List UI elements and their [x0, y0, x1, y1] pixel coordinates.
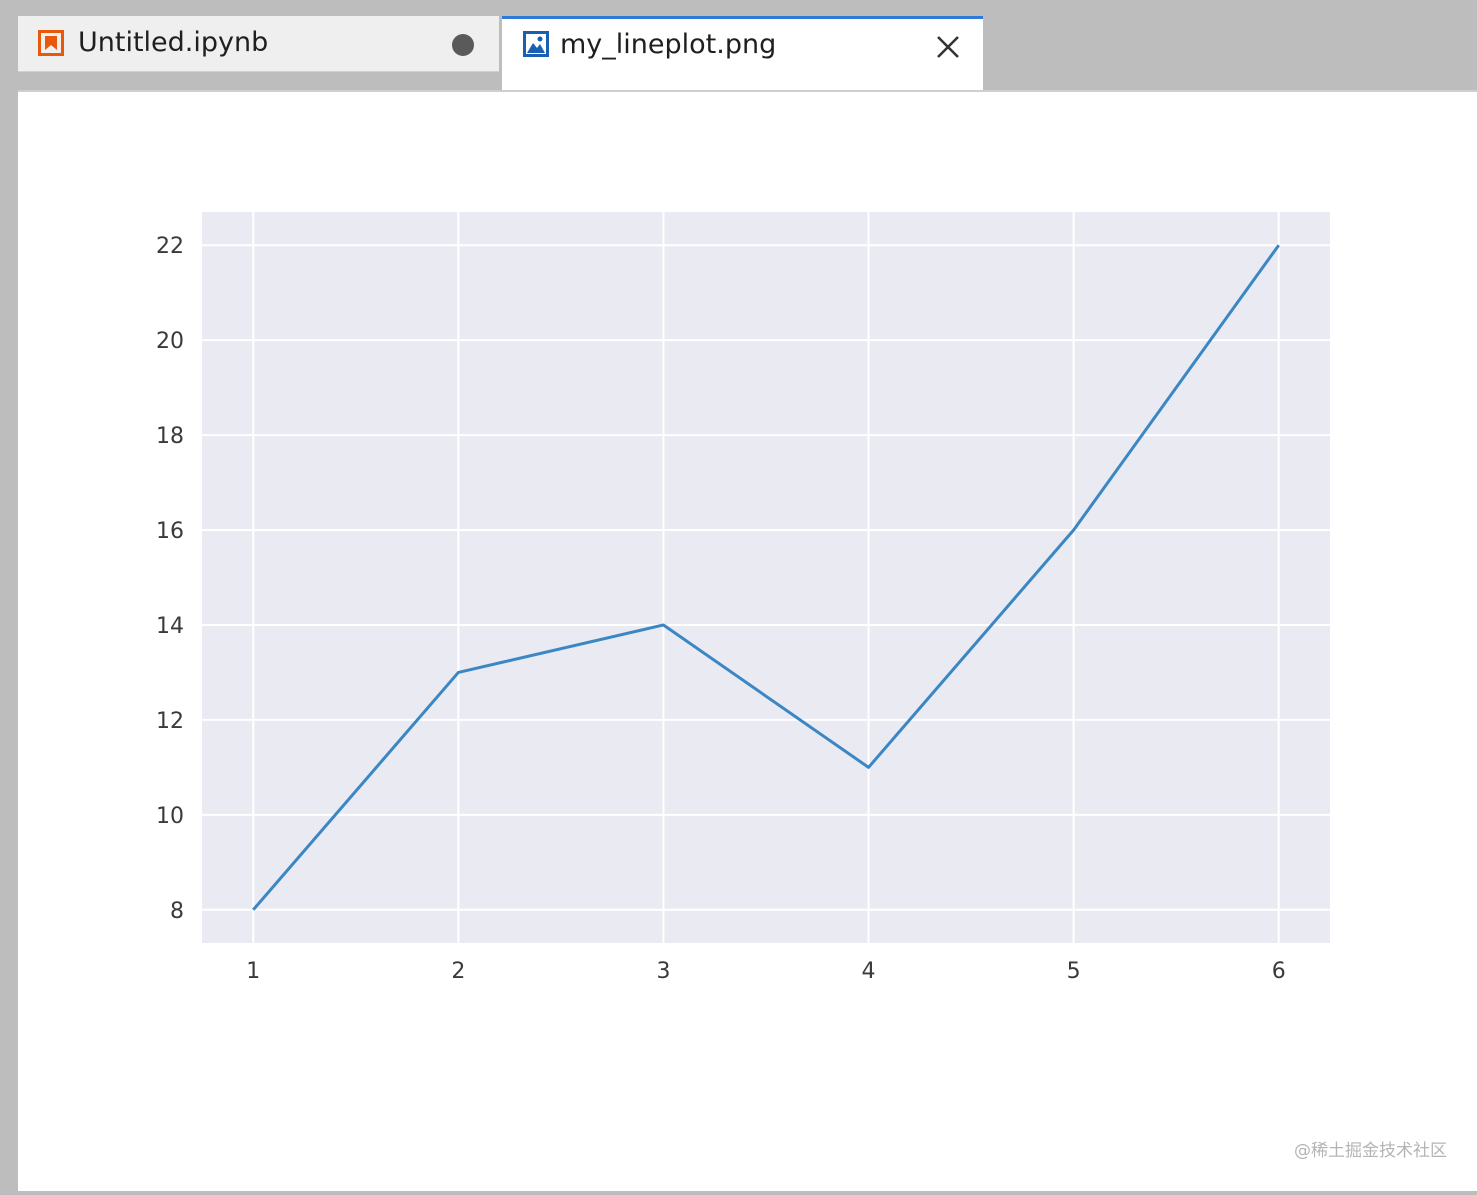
tab-my-lineplot-png[interactable]: my_lineplot.png [502, 16, 983, 90]
line-chart: 810121416182022 123456 [156, 212, 1330, 984]
y-tick-label: 16 [156, 519, 184, 544]
x-tick-label: 5 [1067, 959, 1081, 984]
y-tick-label: 10 [156, 804, 184, 829]
x-tick-label: 6 [1272, 959, 1286, 984]
image-icon [523, 31, 549, 57]
x-tick-labels: 1 2 3 4 5 6 [246, 959, 1285, 984]
y-tick-labels: 8 10 12 14 16 18 20 22 [156, 234, 184, 924]
tab-bar: Untitled.ipynb my_lineplot.png [18, 0, 1477, 90]
y-tick-label: 22 [156, 234, 184, 259]
y-tick-label: 12 [156, 709, 184, 734]
image-viewer: 8 10 12 14 16 18 20 22 123456 @稀土掘金技术社区 [18, 90, 1477, 1191]
tab-untitled-ipynb[interactable]: Untitled.ipynb [18, 16, 499, 72]
y-tick-label: 8 [170, 899, 184, 924]
y-tick-label: 14 [156, 614, 184, 639]
left-gutter [0, 0, 18, 1191]
x-tick-label: 2 [451, 959, 465, 984]
unsaved-changes-dot[interactable] [452, 34, 474, 56]
plot-area [202, 212, 1330, 943]
y-tick-label: 20 [156, 329, 184, 354]
close-icon[interactable] [932, 31, 964, 63]
tab-label: Untitled.ipynb [78, 27, 269, 58]
x-tick-label: 3 [656, 959, 670, 984]
notebook-icon [38, 30, 64, 56]
x-tick-label: 1 [246, 959, 260, 984]
watermark: @稀土掘金技术社区 [1294, 1141, 1447, 1161]
x-tick-label: 4 [862, 959, 876, 984]
tab-label: my_lineplot.png [560, 29, 777, 60]
y-tick-label: 18 [156, 424, 184, 449]
